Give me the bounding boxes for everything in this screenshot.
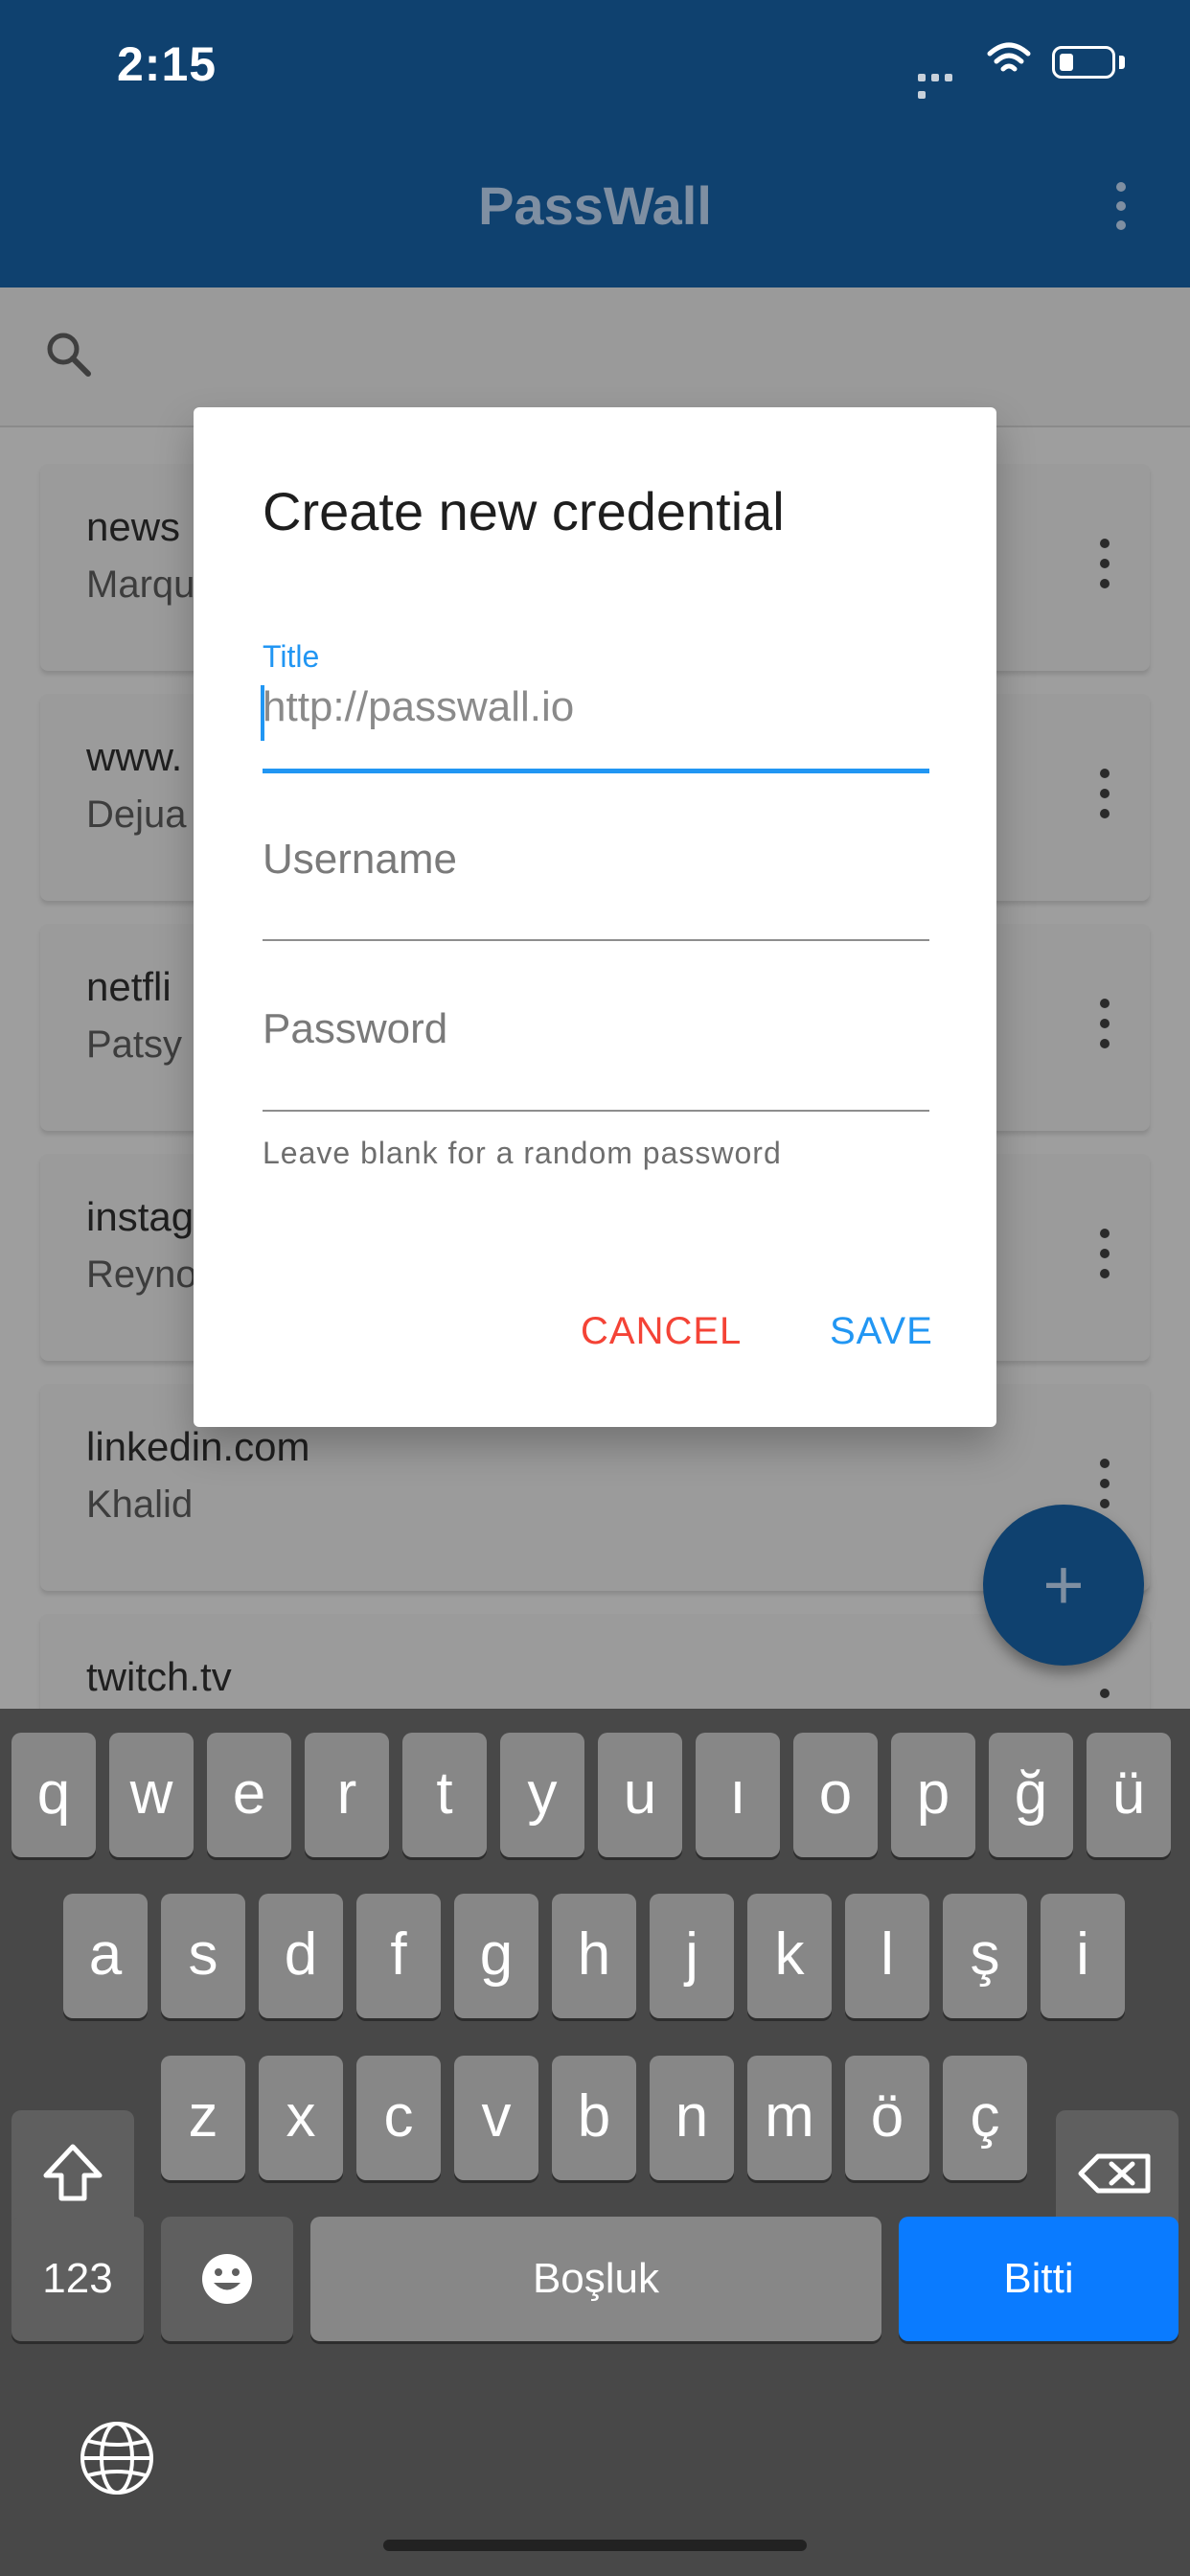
key-ı[interactable]: ı	[696, 1733, 780, 1857]
space-key[interactable]: Boşluk	[310, 2217, 881, 2341]
key-n[interactable]: n	[650, 2056, 734, 2180]
title-input[interactable]	[263, 679, 929, 735]
credential-title: www.	[86, 734, 183, 779]
username-input[interactable]	[263, 829, 929, 890]
plus-icon: +	[1042, 1545, 1085, 1624]
key-ç[interactable]: ç	[943, 2056, 1027, 2180]
key-b[interactable]: b	[552, 2056, 636, 2180]
key-i[interactable]: i	[1041, 1894, 1125, 2018]
app-title: PassWall	[478, 175, 712, 236]
key-m[interactable]: m	[747, 2056, 832, 2180]
credential-title: instag	[86, 1194, 195, 1239]
add-credential-button[interactable]: +	[983, 1505, 1144, 1666]
credential-username: Khalid	[86, 1484, 194, 1526]
credential-title: news	[86, 504, 181, 549]
key-o[interactable]: o	[793, 1733, 878, 1857]
key-w[interactable]: w	[109, 1733, 194, 1857]
key-l[interactable]: l	[845, 1894, 929, 2018]
key-r[interactable]: r	[305, 1733, 389, 1857]
save-button[interactable]: SAVE	[830, 1310, 933, 1353]
done-key[interactable]: Bitti	[899, 2217, 1179, 2341]
more-vertical-icon[interactable]	[1100, 1459, 1110, 1508]
title-field-label: Title	[263, 639, 320, 674]
username-input-underline	[263, 939, 929, 941]
key-h[interactable]: h	[552, 1894, 636, 2018]
status-time: 2:15	[117, 37, 217, 91]
numbers-key[interactable]: 123	[11, 2217, 144, 2341]
credential-username: Patsy	[86, 1024, 183, 1066]
key-ü[interactable]: ü	[1087, 1733, 1171, 1857]
key-ğ[interactable]: ğ	[989, 1733, 1073, 1857]
credential-username: Reyno	[86, 1254, 197, 1296]
key-u[interactable]: u	[598, 1733, 682, 1857]
globe-icon[interactable]	[77, 2418, 157, 2498]
keyboard: qwertyuıopğü asdfghjklşi zxcvbnmöç 123 B…	[0, 1709, 1190, 2576]
search-icon[interactable]	[40, 326, 98, 383]
credential-username: Dejua	[86, 794, 187, 836]
password-input[interactable]	[263, 999, 929, 1060]
battery-cap	[1119, 56, 1125, 69]
key-s[interactable]: s	[161, 1894, 245, 2018]
signal-icon	[918, 69, 970, 99]
key-ö[interactable]: ö	[845, 2056, 929, 2180]
key-e[interactable]: e	[207, 1733, 291, 1857]
key-z[interactable]: z	[161, 2056, 245, 2180]
credential-username: Marqu	[86, 564, 195, 606]
credential-title: twitch.tv	[86, 1654, 232, 1699]
password-helper-text: Leave blank for a random password	[263, 1136, 782, 1170]
key-f[interactable]: f	[356, 1894, 441, 2018]
more-vertical-icon[interactable]	[1100, 999, 1110, 1048]
home-indicator	[383, 2540, 807, 2551]
key-g[interactable]: g	[454, 1894, 538, 2018]
credential-title: linkedin.com	[86, 1424, 310, 1469]
emoji-key[interactable]	[161, 2217, 293, 2341]
more-vertical-icon[interactable]	[1100, 1229, 1110, 1278]
wifi-icon	[987, 42, 1031, 77]
battery-icon	[1052, 46, 1115, 79]
more-vertical-icon[interactable]	[1100, 769, 1110, 818]
credential-title: netfli	[86, 964, 172, 1009]
create-credential-dialog: Create new credential Title Leave blank …	[194, 407, 996, 1427]
password-input-underline	[263, 1110, 929, 1112]
title-input-underline	[263, 769, 929, 773]
key-ş[interactable]: ş	[943, 1894, 1027, 2018]
key-c[interactable]: c	[356, 2056, 441, 2180]
key-q[interactable]: q	[11, 1733, 96, 1857]
key-v[interactable]: v	[454, 2056, 538, 2180]
key-p[interactable]: p	[891, 1733, 975, 1857]
overflow-menu-icon[interactable]	[1108, 182, 1134, 236]
key-a[interactable]: a	[63, 1894, 148, 2018]
key-d[interactable]: d	[259, 1894, 343, 2018]
key-x[interactable]: x	[259, 2056, 343, 2180]
text-caret	[261, 685, 264, 741]
more-vertical-icon[interactable]	[1100, 539, 1110, 588]
key-y[interactable]: y	[500, 1733, 584, 1857]
key-k[interactable]: k	[747, 1894, 832, 2018]
key-t[interactable]: t	[402, 1733, 487, 1857]
cancel-button[interactable]: CANCEL	[581, 1310, 742, 1353]
dialog-title: Create new credential	[263, 481, 785, 541]
key-j[interactable]: j	[650, 1894, 734, 2018]
